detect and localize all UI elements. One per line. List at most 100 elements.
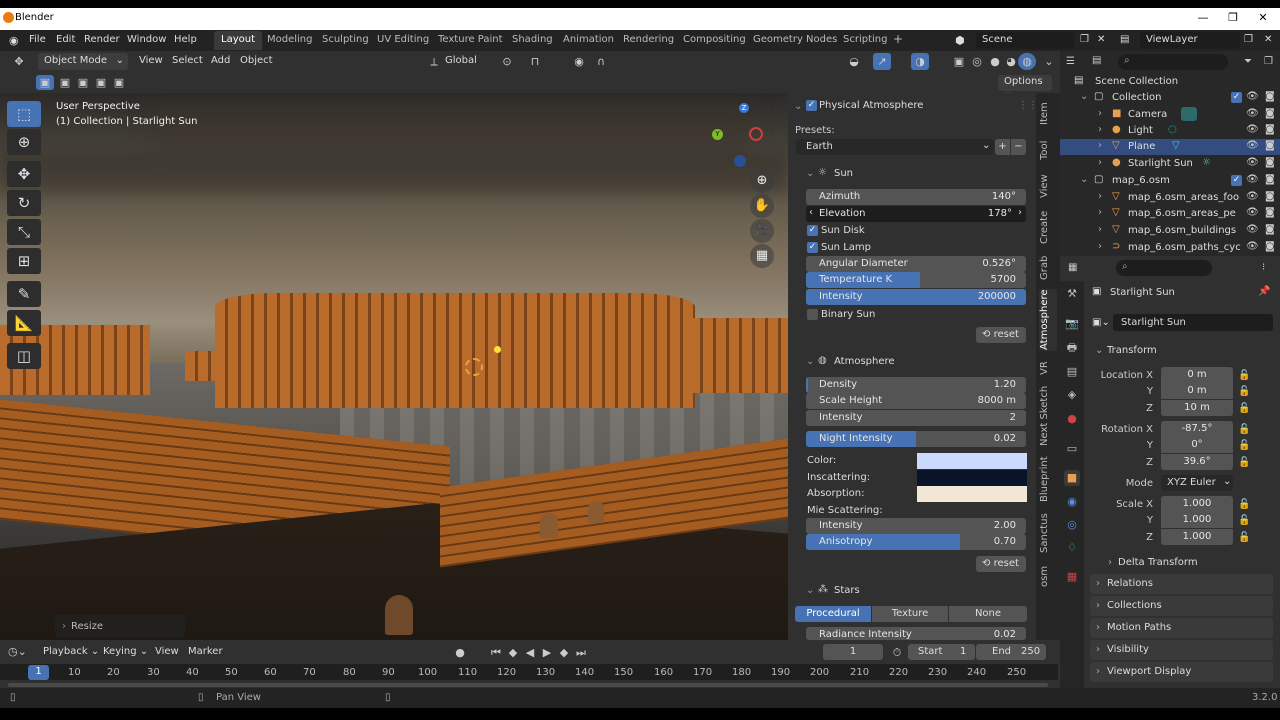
snap-icon[interactable]: ⊓ xyxy=(526,53,544,70)
motion-paths-section[interactable]: › Motion Paths xyxy=(1090,618,1273,638)
pivot-icon[interactable]: ⊙ xyxy=(498,53,516,70)
outliner-scene-collection[interactable]: ▤ Scene Collection xyxy=(1060,74,1280,90)
atmosphere-reset-button[interactable]: ⟲ reset xyxy=(976,556,1026,572)
chevron-down-icon[interactable]: ⌄ xyxy=(806,356,814,367)
camera-render-icon[interactable]: ◙ xyxy=(1265,207,1275,218)
eye-icon[interactable]: 👁 xyxy=(1246,157,1259,168)
menu-render[interactable]: Render xyxy=(84,34,120,45)
visibility-icon[interactable]: ◒ xyxy=(845,53,863,70)
camera-render-icon[interactable]: ◙ xyxy=(1265,124,1275,135)
scene-selector[interactable]: Scene xyxy=(976,32,1074,49)
outliner-row[interactable]: ⌄ ▢ Collection ✓ 👁 ◙ xyxy=(1060,90,1280,106)
camera-render-icon[interactable]: ◙ xyxy=(1265,157,1275,168)
maximize-button[interactable]: ❐ xyxy=(1226,11,1240,24)
chevron-right-icon[interactable]: › xyxy=(1108,557,1112,568)
collections-section[interactable]: › Collections xyxy=(1090,596,1273,616)
elevation-slider[interactable]: ‹ Elevation 178° › xyxy=(806,206,1026,222)
transform-tool-icon[interactable]: ⊞ xyxy=(7,248,41,274)
tab-geometry-nodes[interactable]: Geometry Nodes xyxy=(746,31,844,50)
mode-selector[interactable]: Object Mode ⌄ xyxy=(38,53,128,70)
chevron-down-icon[interactable]: ⌄ xyxy=(1095,345,1103,356)
remove-scene-icon[interactable]: ✕ xyxy=(1097,34,1105,45)
mie-intensity-slider[interactable]: Intensity 2.00 xyxy=(806,518,1026,534)
editor-type-icon[interactable]: ✥ xyxy=(10,53,28,70)
stars-mode-none[interactable]: None xyxy=(949,606,1027,622)
remove-preset-button[interactable]: − xyxy=(1011,139,1026,155)
stars-mode-procedural[interactable]: Procedural xyxy=(795,606,871,622)
shading-options-icon[interactable]: ⌄ xyxy=(1040,53,1058,70)
outliner-row[interactable]: › ■ Camera 👁 ◙ xyxy=(1060,107,1280,123)
blender-menu-icon[interactable]: ◉ xyxy=(9,34,19,47)
rotation-z-field[interactable]: 39.6° xyxy=(1161,454,1233,470)
tab-item[interactable]: Item xyxy=(1039,99,1057,129)
record-icon[interactable]: ● xyxy=(451,644,469,661)
light-object-icon[interactable] xyxy=(494,346,501,353)
scale-tool-icon[interactable]: ⤡ xyxy=(7,219,41,245)
gizmo-y-axis[interactable]: Y xyxy=(712,129,723,140)
eye-icon[interactable]: 👁 xyxy=(1246,224,1259,235)
angular-diameter-slider[interactable]: Angular Diameter 0.526° xyxy=(806,256,1026,272)
binary-sun-checkbox[interactable] xyxy=(807,309,818,320)
start-frame-field[interactable]: Start 1 xyxy=(908,644,975,660)
tab-blueprint[interactable]: Blueprint xyxy=(1039,453,1057,505)
lock-icon[interactable]: 🔓 xyxy=(1238,515,1250,526)
tab-sculpting[interactable]: Sculpting xyxy=(315,31,376,50)
proportional-edit-icon[interactable]: ◉ xyxy=(570,53,588,70)
jump-start-icon[interactable]: ⏮ xyxy=(487,644,505,661)
lock-icon[interactable]: 🔓 xyxy=(1238,370,1250,381)
inscattering-swatch[interactable] xyxy=(917,470,1027,486)
falloff-icon[interactable]: ∩ xyxy=(592,53,610,70)
radiance-intensity-slider[interactable]: Radiance Intensity 0.02 xyxy=(806,627,1026,640)
properties-search-input[interactable]: ⌕ xyxy=(1116,260,1212,276)
tab-grab[interactable]: Grab xyxy=(1039,253,1057,283)
pin-icon[interactable]: 📌 xyxy=(1258,286,1270,297)
lock-icon[interactable]: 🔓 xyxy=(1238,499,1250,510)
lock-icon[interactable]: 🔓 xyxy=(1238,440,1250,451)
ortho-grid-icon[interactable]: ▦ xyxy=(750,244,774,268)
measure-tool-icon[interactable]: 📐 xyxy=(7,310,41,336)
select-invert-icon[interactable]: ▣ xyxy=(92,75,110,90)
cursor-tool-icon[interactable]: ⊕ xyxy=(7,129,41,155)
texture-tab-icon[interactable]: ▦ xyxy=(1064,569,1080,585)
overlay-toggle-icon[interactable]: ◑ xyxy=(911,53,929,70)
menu-add[interactable]: Add xyxy=(211,55,230,66)
anisotropy-slider[interactable]: Anisotropy 0.70 xyxy=(806,534,1026,550)
location-z-field[interactable]: 10 m xyxy=(1161,400,1233,416)
exclude-checkbox[interactable]: ✓ xyxy=(1231,92,1242,103)
camera-render-icon[interactable]: ◙ xyxy=(1265,140,1275,151)
menu-view[interactable]: View xyxy=(139,55,163,66)
tab-osm[interactable]: osm xyxy=(1039,561,1057,591)
filter-icon[interactable]: ⏷ xyxy=(1244,56,1252,67)
view-layer-selector[interactable]: ViewLayer xyxy=(1140,32,1240,49)
sun-disk-checkbox[interactable]: ✓ xyxy=(807,225,818,236)
timeline-scrollbar[interactable] xyxy=(8,683,1048,687)
menu-file[interactable]: File xyxy=(29,34,46,45)
shading-wireframe-icon[interactable]: ◎ xyxy=(968,53,986,70)
pan-hand-icon[interactable]: ✋ xyxy=(750,194,774,218)
object-name-field[interactable]: Starlight Sun xyxy=(1113,314,1273,331)
tab-compositing[interactable]: Compositing xyxy=(676,31,753,50)
menu-select[interactable]: Select xyxy=(172,55,203,66)
tab-create[interactable]: Create xyxy=(1039,207,1057,247)
exclude-checkbox[interactable]: ✓ xyxy=(1231,175,1242,186)
close-button[interactable]: ✕ xyxy=(1256,11,1270,24)
tab-view[interactable]: View xyxy=(1039,171,1057,201)
last-operator-panel[interactable]: › Resize xyxy=(55,615,185,637)
camera-view-icon[interactable]: 🎥 xyxy=(750,219,774,243)
select-extend-icon[interactable]: ▣ xyxy=(56,75,74,90)
tab-modeling[interactable]: Modeling xyxy=(260,31,320,50)
eye-icon[interactable]: 👁 xyxy=(1246,91,1259,102)
sun-intensity-slider[interactable]: Intensity 200000 xyxy=(806,289,1026,305)
outliner-row[interactable]: › ● Light ◌ 👁 ◙ xyxy=(1060,123,1280,139)
play-reverse-icon[interactable]: ◀ xyxy=(521,644,539,661)
scale-z-field[interactable]: 1.000 xyxy=(1161,529,1233,545)
absorption-swatch[interactable] xyxy=(917,486,1027,502)
menu-window[interactable]: Window xyxy=(127,34,166,45)
new-scene-icon[interactable]: ❐ xyxy=(1080,34,1089,45)
stars-mode-texture[interactable]: Texture xyxy=(872,606,948,622)
current-frame-field[interactable]: 1 xyxy=(823,644,883,660)
menu-help[interactable]: Help xyxy=(174,34,197,45)
transform-orientation-selector[interactable]: Global xyxy=(445,55,477,66)
camera-render-icon[interactable]: ◙ xyxy=(1265,174,1275,185)
tab-uv-editing[interactable]: UV Editing xyxy=(370,31,436,50)
